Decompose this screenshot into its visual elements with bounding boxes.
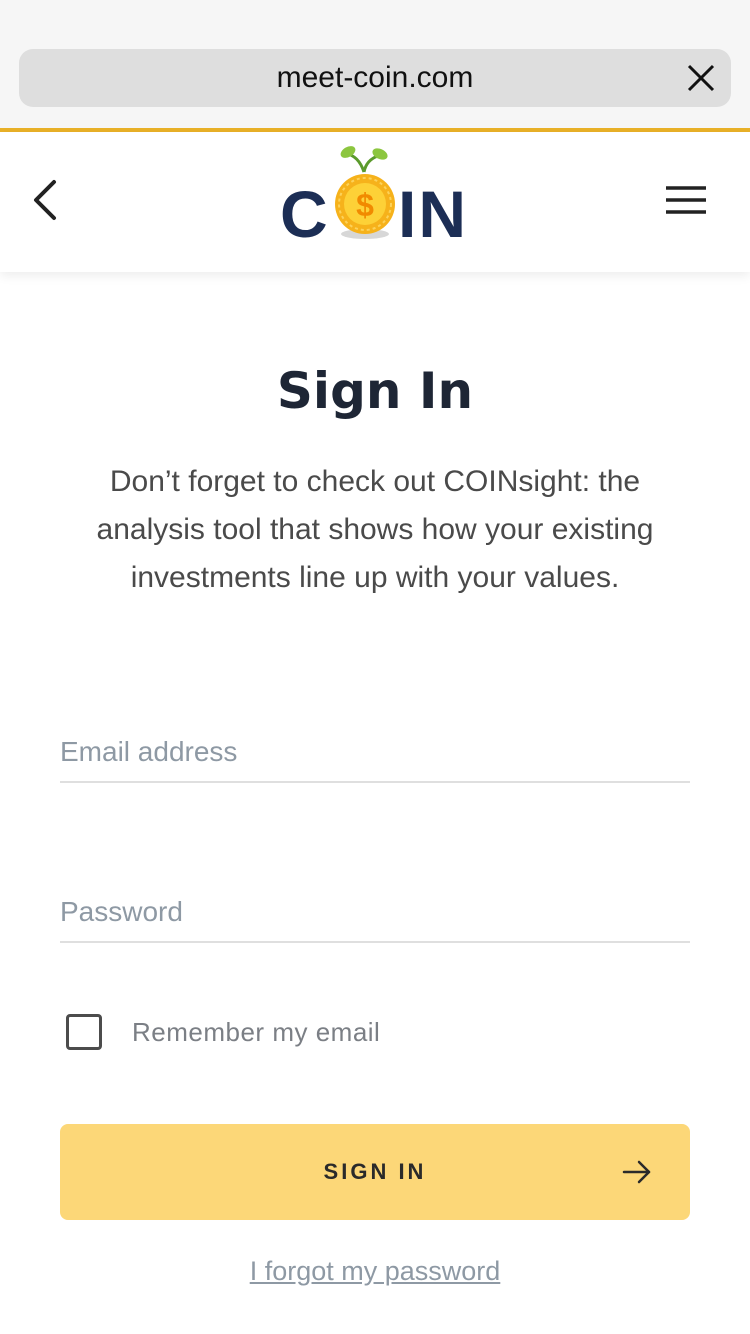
hamburger-menu-icon[interactable] [664,184,708,216]
close-icon[interactable] [685,62,717,94]
page-subtitle: Don’t forget to check out COINsight: the… [96,465,654,594]
arrow-right-icon [622,1160,651,1184]
logo-text-left: C [280,177,330,251]
sign-in-button[interactable]: SIGN IN [60,1124,690,1220]
password-field[interactable] [60,883,690,941]
remember-email-checkbox[interactable] [66,1014,102,1050]
coin-logo[interactable]: C $ IN [280,142,480,251]
site-header: C $ IN [0,132,750,272]
forgot-password-link[interactable]: I forgot my password [0,1256,750,1287]
coin-sprout-icon: $ [335,146,395,239]
url-text: meet-coin.com [276,61,474,94]
email-field[interactable] [60,723,690,781]
password-field-wrapper [60,883,690,943]
remember-email-option[interactable]: Remember my email [66,1014,466,1050]
chevron-left-icon[interactable] [26,178,66,222]
sign-in-label: SIGN IN [323,1159,427,1184]
coin-symbol: $ [356,187,374,223]
remember-email-label: Remember my email [132,1017,381,1047]
logo-text-right: IN [398,177,468,251]
email-field-wrapper [60,723,690,783]
browser-address-bar: meet-coin.com [0,0,750,128]
url-field[interactable]: meet-coin.com [19,49,731,107]
page-title: Sign In [276,362,474,420]
